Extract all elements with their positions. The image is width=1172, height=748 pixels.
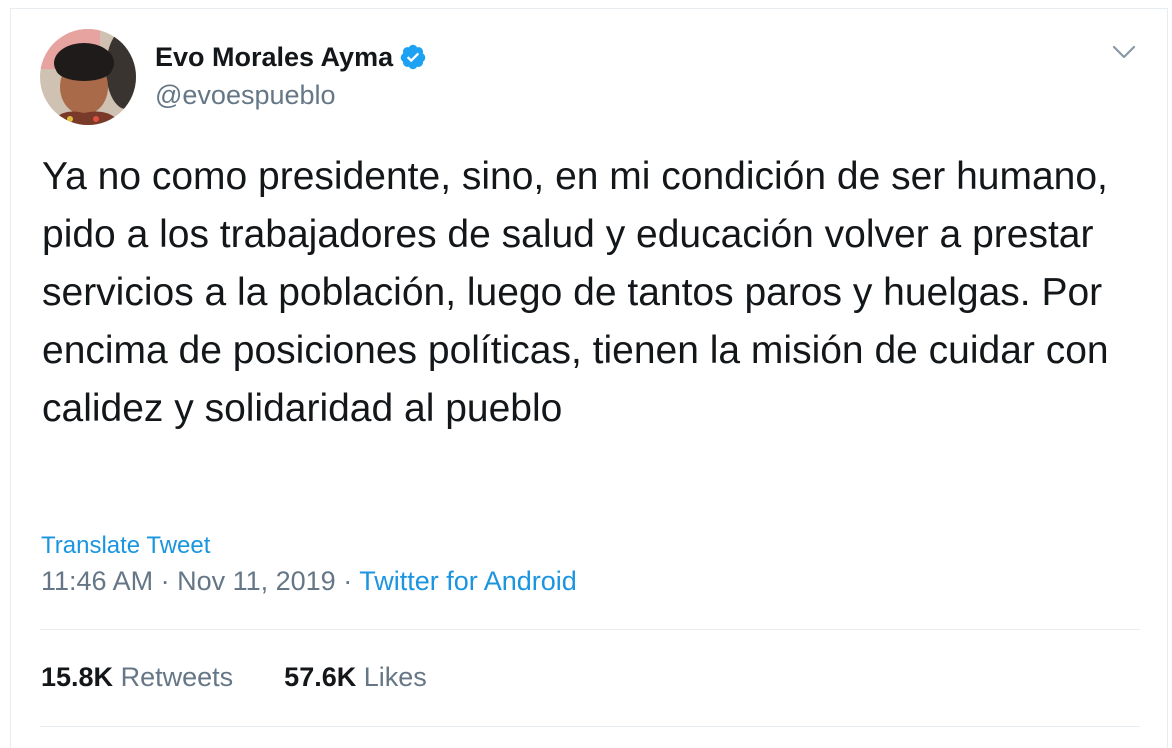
- retweets-count: 15.8K: [41, 662, 114, 692]
- meta-separator: ·: [153, 566, 178, 596]
- retweets-stat[interactable]: 15.8K Retweets: [41, 662, 233, 692]
- divider: [40, 629, 1140, 630]
- verified-badge-icon: [399, 43, 427, 71]
- meta-separator: ·: [335, 566, 360, 596]
- tweet-source-link[interactable]: Twitter for Android: [359, 566, 577, 596]
- tweet-text: Ya no como presidente, sino, en mi condi…: [42, 155, 1109, 430]
- tweet-stats: 15.8K Retweets 57.6K Likes: [41, 662, 427, 693]
- likes-stat[interactable]: 57.6K Likes: [284, 662, 427, 692]
- chevron-down-icon[interactable]: [1110, 40, 1138, 64]
- display-name[interactable]: Evo Morales Ayma: [155, 42, 393, 73]
- avatar-image: [40, 29, 136, 125]
- tweet-date[interactable]: Nov 11, 2019: [177, 566, 336, 596]
- translate-tweet-link[interactable]: Translate Tweet: [41, 532, 210, 560]
- avatar[interactable]: [40, 29, 136, 125]
- retweets-label: Retweets: [120, 662, 234, 692]
- tweet-metadata: 11:46 AM · Nov 11, 2019 · Twitter for An…: [41, 566, 577, 597]
- tweet-time[interactable]: 11:46 AM: [41, 566, 153, 596]
- likes-count: 57.6K: [284, 662, 357, 692]
- user-handle[interactable]: @evoespueblo: [155, 80, 336, 111]
- likes-label: Likes: [363, 662, 427, 692]
- author-name-row[interactable]: Evo Morales Ayma: [155, 40, 427, 74]
- divider: [40, 726, 1140, 727]
